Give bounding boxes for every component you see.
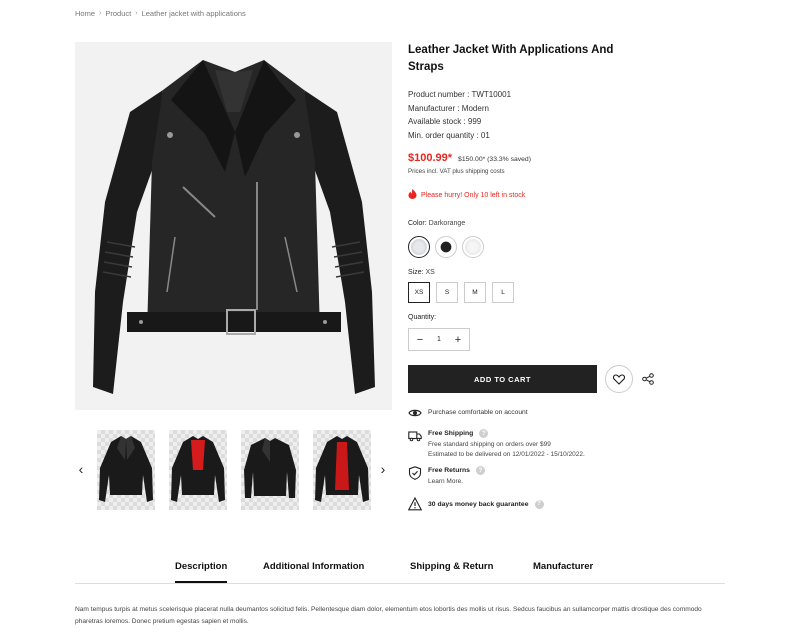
price-row: $100.99* $150.00* (33.3% saved) [408,152,728,164]
thumbnail-jacket-black-flat[interactable] [241,430,299,510]
tab-description[interactable]: Description [175,561,228,583]
thumbnail-jacket-red-open[interactable] [313,430,371,510]
swatch-light-jacket[interactable] [408,236,430,258]
tab-manufacturer[interactable]: Manufacturer [533,561,593,572]
size-label: Size: XS [408,269,435,276]
size-l-button[interactable]: L [492,282,514,303]
size-xs-button[interactable]: XS [408,282,430,303]
description-text: Nam tempus turpis at metus scelerisque p… [75,606,702,625]
tab-additional-information[interactable]: Additional Information [263,561,364,572]
size-s-button[interactable]: S [436,282,458,303]
size-options: XS S M L [408,282,514,303]
shipping-line-1: Free standard shipping on orders over $9… [428,441,551,448]
help-icon[interactable]: ? [475,466,485,475]
chevron-right-icon: › [135,10,138,17]
stock-warning: Please hurry! Only 10 left in stock [408,189,728,202]
feature-returns: Free Returns? Learn More. [408,466,485,487]
product-tabs: Description Additional Information Shipp… [75,559,725,584]
product-number: Product number : TWT10001 [408,90,512,99]
product-title: Leather Jacket With Applications And Str… [408,44,614,73]
main-product-image[interactable] [75,42,392,410]
swatch-white-jacket[interactable] [462,236,484,258]
chevron-left-icon[interactable]: ‹ [75,462,87,476]
breadcrumb: Home › Product › Leather jacket with app… [75,9,246,18]
quantity-value[interactable]: 1 [437,336,441,343]
share-button[interactable] [640,371,656,387]
shipping-title: Free Shipping [428,430,474,437]
returns-link[interactable]: Learn More. [428,477,485,487]
quantity-label: Quantity: [408,314,437,321]
plus-icon[interactable]: + [453,334,463,346]
thumbnail-jacket-black[interactable] [97,430,155,510]
chevron-right-icon[interactable]: › [377,462,389,476]
current-price: $100.99* [408,152,453,164]
tax-note: Prices incl. VAT plus shipping costs [408,168,505,175]
truck-icon [408,431,422,442]
returns-title: Free Returns [428,467,470,474]
help-icon[interactable]: ? [534,499,544,509]
color-swatches [408,236,484,258]
tab-shipping-return[interactable]: Shipping & Return [410,561,493,572]
minus-icon[interactable]: − [415,334,425,346]
breadcrumb-home[interactable]: Home [75,9,95,18]
feature-guarantee: 30 days money back guarantee? [408,497,544,511]
fire-icon [408,189,417,202]
warning-icon [408,497,422,511]
thumbnail-carousel: ‹ › [75,430,392,512]
min-order-quantity: Min. order quantity : 01 [408,130,490,140]
manufacturer: Manufacturer : Modern [408,103,489,113]
feature-purchase: Purchase comfortable on account [408,406,528,420]
stock-warning-text: Please hurry! Only 10 left in stock [421,192,526,199]
share-icon [642,373,654,385]
heart-icon [613,373,625,385]
add-to-cart-button[interactable]: ADD TO CART [408,365,597,393]
old-price: $150.00* (33.3% saved) [458,156,531,163]
thumbnail-jacket-red-lining[interactable] [169,430,227,510]
eye-icon [408,409,422,417]
color-label: Color: Darkorange [408,220,466,227]
color-value: Darkorange [428,220,466,227]
quantity-stepper: − 1 + [408,328,470,351]
purchase-text: Purchase comfortable on account [428,409,528,416]
wishlist-button[interactable] [605,365,633,393]
help-icon[interactable]: ? [479,429,489,438]
available-stock: Available stock : 999 [408,117,482,126]
breadcrumb-current: Leather jacket with applications [141,9,246,18]
shield-icon [408,466,422,480]
jacket-image [93,60,375,394]
size-value: XS [425,269,435,276]
chevron-right-icon: › [99,10,102,17]
product-meta: Product number : TWT10001 Manufacturer :… [408,88,728,142]
size-m-button[interactable]: M [464,282,486,303]
feature-shipping: Free Shipping? Free standard shipping on… [408,429,585,460]
breadcrumb-product[interactable]: Product [105,9,131,18]
shipping-line-2: Estimated to be delivered on 12/01/2022 … [428,451,585,458]
guarantee-title: 30 days money back guarantee [428,500,529,508]
swatch-black-jacket[interactable] [435,236,457,258]
product-info: Leather Jacket With Applications And Str… [408,42,728,202]
